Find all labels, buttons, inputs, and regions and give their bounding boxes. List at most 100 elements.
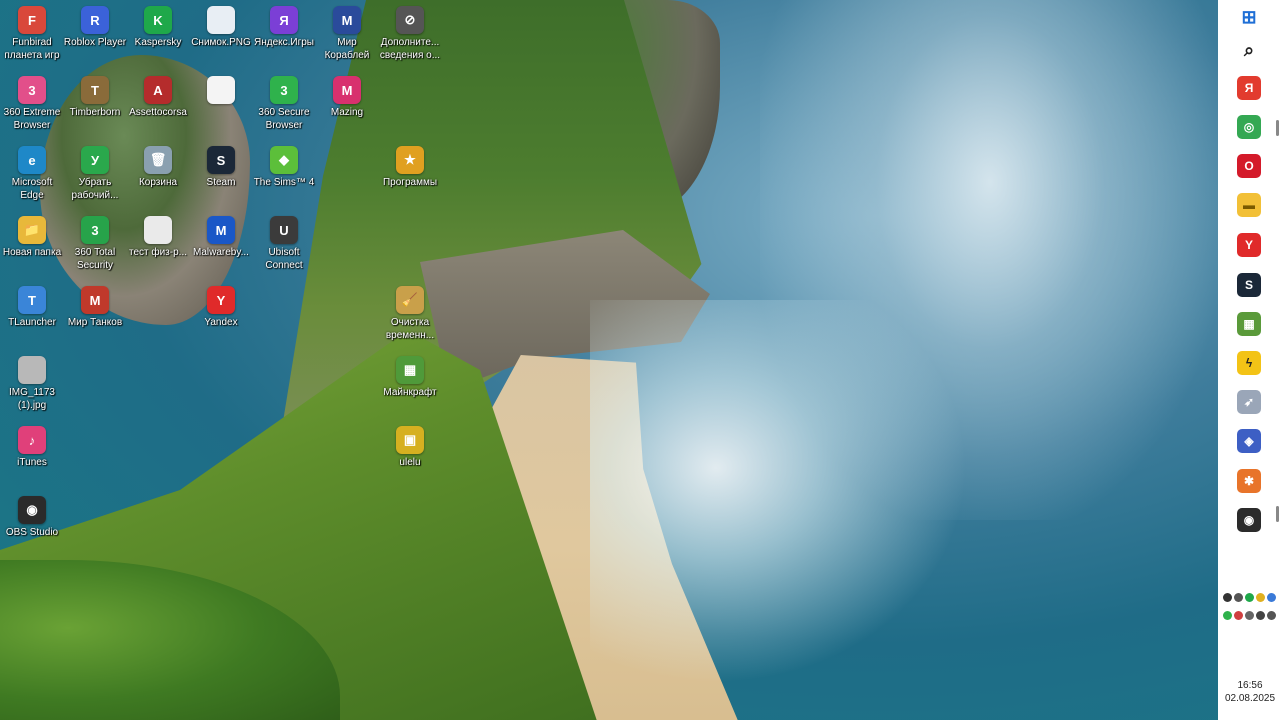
desktop-icon-label: ulelu bbox=[399, 457, 421, 468]
desktop-icon-label: тест физ-р... bbox=[128, 247, 187, 258]
desktop-icon[interactable]: T TLauncher bbox=[0, 282, 64, 329]
tray-red-icon[interactable] bbox=[1234, 611, 1243, 620]
desktop-icon-label: Microsoft Edge bbox=[11, 177, 53, 201]
start-button[interactable]: ⊞ bbox=[1237, 5, 1261, 29]
app-icon: ♪ bbox=[18, 426, 46, 454]
shield-icon: ◈ bbox=[1244, 434, 1254, 448]
system-tray bbox=[1222, 590, 1278, 626]
app-icon: T bbox=[18, 286, 46, 314]
tray-volume-icon[interactable] bbox=[1256, 611, 1265, 620]
desktop-icon[interactable]: ▣ ulelu bbox=[378, 422, 442, 469]
taskbar-explorer[interactable]: ▬ bbox=[1237, 193, 1261, 217]
tray-green-icon[interactable] bbox=[1223, 611, 1232, 620]
desktop-icon-label: Ubisoft Connect bbox=[265, 247, 303, 271]
desktop-icon[interactable]: U Ubisoft Connect bbox=[252, 212, 316, 272]
app-icon: R bbox=[81, 6, 109, 34]
taskbar-app-yellow[interactable]: ϟ bbox=[1237, 351, 1261, 375]
desktop-icon-label: Mazing bbox=[330, 107, 364, 118]
taskbar-obs[interactable]: ◉ bbox=[1237, 508, 1261, 532]
desktop-icon[interactable] bbox=[189, 72, 253, 106]
desktop-icon[interactable]: K Kaspersky bbox=[126, 2, 190, 49]
desktop-icon-label: Timberborn bbox=[69, 107, 121, 118]
desktop-icon[interactable]: M Malwareby... bbox=[189, 212, 253, 259]
desktop-icon-label: Malwareby... bbox=[193, 247, 249, 258]
taskbar-steam[interactable]: S bbox=[1237, 273, 1261, 297]
desktop-icon[interactable]: Я Яндекс.Игры bbox=[252, 2, 316, 49]
desktop-icon[interactable]: A Assettocorsa bbox=[126, 72, 190, 119]
search-button[interactable]: ⌕ bbox=[1237, 38, 1261, 62]
desktop-icon[interactable]: R Roblox Player bbox=[63, 2, 127, 49]
desktop-icon[interactable]: M Мир Кораблей bbox=[315, 2, 379, 62]
folder-icon: ▬ bbox=[1243, 198, 1255, 212]
taskbar-yandex[interactable]: Я bbox=[1237, 76, 1261, 100]
app-icon: У bbox=[81, 146, 109, 174]
app-icon: U bbox=[270, 216, 298, 244]
desktop-icon-label: 360 Total Security bbox=[74, 247, 116, 271]
tray-kaspersky-icon[interactable] bbox=[1245, 593, 1254, 602]
app-icon bbox=[207, 76, 235, 104]
desktop-icon[interactable]: 3 360 Total Security bbox=[63, 212, 127, 272]
taskbar-app-rocket[interactable]: ➶ bbox=[1237, 390, 1261, 414]
tray-usb-icon[interactable] bbox=[1245, 611, 1254, 620]
app-icon: 🧹 bbox=[396, 286, 424, 314]
desktop-icon[interactable]: 🗑 Корзина bbox=[126, 142, 190, 189]
opera-icon: O bbox=[1244, 159, 1254, 173]
desktop-icon-label: 360 Secure Browser bbox=[258, 107, 310, 131]
desktop-icon-label: Дополните... сведения о... bbox=[379, 37, 441, 61]
app-icon: M bbox=[333, 6, 361, 34]
desktop-icon[interactable]: F Funbirad планета игр bbox=[0, 2, 64, 62]
tray-app-icon[interactable] bbox=[1267, 593, 1276, 602]
desktop-icon[interactable]: M Mazing bbox=[315, 72, 379, 119]
tray-folder-icon[interactable] bbox=[1256, 593, 1265, 602]
desktop-icon[interactable]: IMG_1173 (1).jpg bbox=[0, 352, 64, 412]
desktop-icon[interactable]: e Microsoft Edge bbox=[0, 142, 64, 202]
clock[interactable]: 16:56 02.08.2025 bbox=[1220, 679, 1280, 705]
desktop-icon[interactable]: ♪ iTunes bbox=[0, 422, 64, 469]
app-icon: ★ bbox=[396, 146, 424, 174]
desktop-icon[interactable]: Снимок.PNG bbox=[189, 2, 253, 49]
desktop-icon-label: IMG_1173 (1).jpg bbox=[9, 387, 55, 411]
taskbar-minecraft[interactable]: ▦ bbox=[1237, 312, 1261, 336]
desktop-icon[interactable]: Y Yandex bbox=[189, 282, 253, 329]
yandex-browser-icon: Y bbox=[1244, 238, 1253, 252]
desktop-icon-label: iTunes bbox=[17, 457, 47, 468]
taskbar-app-orange[interactable]: ✱ bbox=[1237, 469, 1261, 493]
app-icon: 📁 bbox=[18, 216, 46, 244]
tray-battery-icon[interactable] bbox=[1267, 611, 1276, 620]
desktop-icon-label: OBS Studio bbox=[5, 527, 59, 538]
tray-obs-icon[interactable] bbox=[1223, 593, 1232, 602]
taskbar-active-indicator bbox=[1276, 506, 1279, 522]
desktop-icon[interactable]: M Мир Танков bbox=[63, 282, 127, 329]
tray-obs2-icon[interactable] bbox=[1234, 593, 1243, 602]
desktop-icon[interactable]: ◆ The Sims™ 4 bbox=[252, 142, 316, 189]
taskbar-opera[interactable]: O bbox=[1237, 154, 1261, 178]
desktop-icon[interactable]: ▦ Майнкрафт bbox=[378, 352, 442, 399]
desktop-icon[interactable]: 3 360 Extreme Browser bbox=[0, 72, 64, 132]
app-icon: 🗑 bbox=[144, 146, 172, 174]
desktop-icon[interactable]: 🧹 Очистка временн... bbox=[378, 282, 442, 342]
desktop-icon[interactable]: 📁 Новая папка bbox=[0, 212, 64, 259]
desktop-icon[interactable]: У Убрать рабочий... bbox=[63, 142, 127, 202]
taskbar-yandex-browser[interactable]: Y bbox=[1237, 233, 1261, 257]
desktop-icon-label: Roblox Player bbox=[63, 37, 127, 48]
desktop-icon[interactable]: S Steam bbox=[189, 142, 253, 189]
app-icon: 3 bbox=[81, 216, 109, 244]
desktop-icon[interactable]: 3 360 Secure Browser bbox=[252, 72, 316, 132]
app-icon: M bbox=[333, 76, 361, 104]
taskbar-chrome[interactable]: ◎ bbox=[1237, 115, 1261, 139]
desktop-icon-label: TLauncher bbox=[8, 317, 56, 328]
desktop-icon[interactable]: ⊘ Дополните... сведения о... bbox=[378, 2, 442, 62]
desktop-icon[interactable]: ◉ OBS Studio bbox=[0, 492, 64, 539]
app-icon: ◆ bbox=[270, 146, 298, 174]
desktop-icon[interactable]: T Timberborn bbox=[63, 72, 127, 119]
taskbar-app-shield[interactable]: ◈ bbox=[1237, 429, 1261, 453]
windows-icon: ⊞ bbox=[1241, 6, 1257, 27]
desktop-icon[interactable]: тест физ-р... bbox=[126, 212, 190, 259]
app-icon bbox=[144, 216, 172, 244]
app-icon: T bbox=[81, 76, 109, 104]
clock-date: 02.08.2025 bbox=[1224, 693, 1276, 704]
app-icon: Y bbox=[207, 286, 235, 314]
desktop-icon-label: Корзина bbox=[138, 177, 178, 188]
desktop-icon-label: Мир Танков bbox=[67, 317, 123, 328]
desktop-icon[interactable]: ★ Программы bbox=[378, 142, 442, 189]
